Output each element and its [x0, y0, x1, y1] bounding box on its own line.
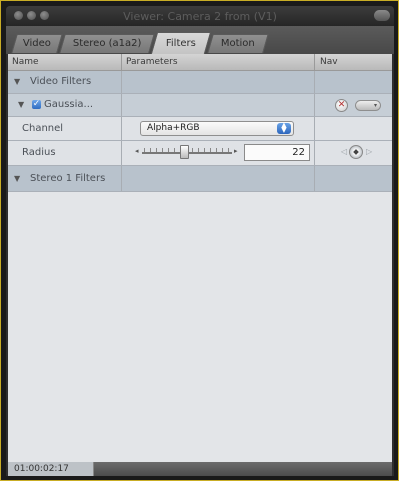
tab-motion[interactable]: Motion	[207, 34, 269, 53]
gaussian-filter-label: Gaussia...	[44, 99, 94, 110]
stereo-filters-row: ▼ Stereo 1 Filters	[8, 166, 392, 192]
parameters-cell	[122, 71, 315, 93]
nav-menu-button[interactable]: ▾	[355, 100, 381, 111]
tab-video[interactable]: Video	[11, 34, 63, 53]
channel-label: Channel	[22, 123, 64, 134]
viewer-window: Viewer: Camera 2 from (V1) Video Stereo …	[6, 6, 394, 476]
tab-stereo[interactable]: Stereo (a1a2)	[59, 34, 155, 53]
parameters-cell	[122, 94, 315, 116]
nav-cell	[315, 71, 392, 93]
radius-slider-thumb[interactable]	[180, 145, 189, 159]
tab-filters-label: Filters	[165, 38, 196, 49]
next-keyframe-icon[interactable]: ▷	[366, 147, 372, 156]
filter-enable-checkbox[interactable]: ✓	[32, 100, 41, 109]
add-keyframe-button[interactable]	[349, 145, 363, 159]
nav-cell	[315, 166, 392, 191]
tab-video-label: Video	[22, 38, 51, 49]
parameters-cell: ◂ ▸ 22	[122, 141, 315, 165]
tab-stereo-label: Stereo (a1a2)	[72, 38, 142, 49]
parameters-cell: Alpha+RGB ▲ ▼	[122, 117, 315, 140]
column-name[interactable]: Name	[12, 57, 39, 67]
video-filters-label: Video Filters	[30, 76, 92, 87]
slider-increase-icon[interactable]: ▸	[234, 147, 238, 155]
name-cell: Radius	[8, 141, 122, 165]
slider-decrease-icon[interactable]: ◂	[135, 147, 139, 155]
channel-select[interactable]: Alpha+RGB ▲ ▼	[140, 121, 294, 136]
toolbar-toggle-button[interactable]	[374, 10, 390, 21]
radius-value-field[interactable]: 22	[244, 144, 310, 161]
previous-keyframe-icon[interactable]: ◁	[341, 147, 347, 156]
status-bar: 01:00:02:17	[8, 462, 392, 476]
tab-filters[interactable]: Filters	[150, 32, 212, 54]
parameters-cell	[122, 166, 315, 191]
reset-icon[interactable]: ✕	[335, 99, 348, 112]
name-cell: ▼ Stereo 1 Filters	[8, 166, 122, 191]
name-cell: Channel	[8, 117, 122, 140]
gaussian-filter-row: ▼ ✓ Gaussia... ✕ ▾	[8, 94, 392, 117]
column-parameters[interactable]: Parameters	[126, 57, 178, 67]
nav-cell: ◁ ▷	[315, 141, 392, 165]
channel-value: Alpha+RGB	[147, 123, 200, 133]
title-bar[interactable]: Viewer: Camera 2 from (V1)	[6, 6, 394, 26]
timecode-field[interactable]: 01:00:02:17	[8, 462, 94, 476]
stereo-filters-label: Stereo 1 Filters	[30, 173, 106, 184]
column-nav[interactable]: Nav	[320, 57, 338, 67]
disclosure-triangle-icon[interactable]: ▼	[14, 77, 20, 86]
column-header: Name Parameters Nav	[8, 54, 392, 71]
window-title: Viewer: Camera 2 from (V1)	[123, 10, 277, 23]
column-divider[interactable]	[121, 54, 122, 70]
nav-cell	[315, 117, 392, 140]
video-filters-row: ▼ Video Filters	[8, 71, 392, 94]
window-frame: Viewer: Camera 2 from (V1) Video Stereo …	[0, 0, 399, 481]
tab-motion-label: Motion	[220, 38, 255, 49]
empty-list-area[interactable]	[8, 192, 392, 462]
select-arrows-icon: ▲ ▼	[277, 122, 291, 134]
nav-cell: ✕ ▾	[315, 94, 392, 116]
radius-label: Radius	[22, 147, 56, 158]
disclosure-triangle-icon[interactable]: ▼	[18, 100, 24, 109]
radius-row: Radius ◂ ▸ 22 ◁ ▷	[8, 141, 392, 166]
name-cell: ▼ Video Filters	[8, 71, 122, 93]
tab-strip: Video Stereo (a1a2) Filters Motion	[6, 26, 394, 54]
column-divider[interactable]	[314, 54, 315, 70]
filters-panel: Name Parameters Nav ▼ Video Filters ▼ ✓ …	[8, 54, 392, 462]
channel-row: Channel Alpha+RGB ▲ ▼	[8, 117, 392, 141]
name-cell: ▼ ✓ Gaussia...	[8, 94, 122, 116]
disclosure-triangle-icon[interactable]: ▼	[14, 174, 20, 183]
